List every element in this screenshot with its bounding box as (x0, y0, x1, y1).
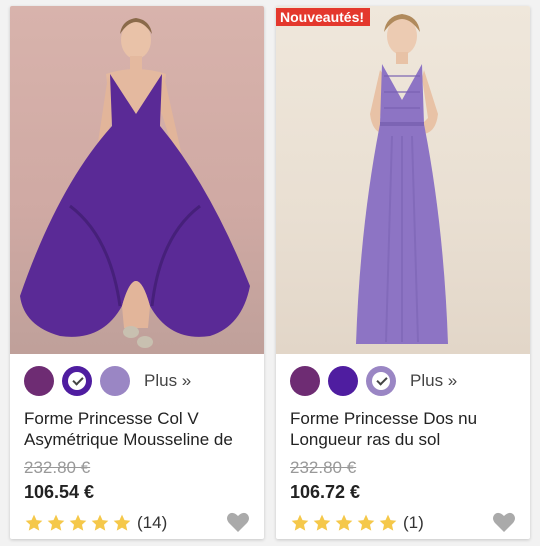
product-title[interactable]: Forme Princesse Col V Asymétrique Mousse… (24, 408, 260, 450)
color-swatch[interactable] (290, 366, 320, 396)
color-swatch[interactable] (328, 366, 358, 396)
heart-icon[interactable] (226, 511, 250, 533)
star-icon (379, 514, 397, 531)
rating: (14) (24, 512, 167, 534)
product-card[interactable]: Nouveautés! Plus » Forme Princesse Dos n… (276, 6, 530, 539)
rating: (1) (290, 512, 424, 534)
sale-price: 106.72 € (290, 482, 361, 502)
check-icon (376, 374, 388, 386)
product-grid: Plus » Forme Princesse Col V Asymétrique… (0, 0, 540, 546)
more-colors-link[interactable]: Plus » (410, 371, 457, 391)
sale-price: 106.54 € (24, 482, 95, 502)
star-icon (47, 514, 65, 531)
color-swatches: Plus » (24, 366, 191, 396)
review-count[interactable]: (1) (403, 513, 424, 533)
color-swatch[interactable] (366, 366, 396, 396)
star-icon (25, 514, 43, 531)
color-swatch[interactable] (24, 366, 54, 396)
product-title[interactable]: Forme Princesse Dos nu Longueur ras du s… (290, 408, 526, 450)
star-icon (291, 514, 309, 531)
color-swatch[interactable] (100, 366, 130, 396)
original-price: 232.80 € (24, 458, 91, 477)
new-badge: Nouveautés! (276, 8, 371, 26)
dress-photo-illustration (356, 14, 448, 344)
star-icon (69, 514, 87, 531)
color-swatch[interactable] (62, 366, 92, 396)
star-icon (357, 514, 375, 531)
heart-icon[interactable] (492, 511, 516, 533)
star-icon (91, 514, 109, 531)
check-icon (72, 374, 84, 386)
product-card[interactable]: Plus » Forme Princesse Col V Asymétrique… (10, 6, 264, 539)
star-icon (113, 514, 131, 531)
product-image[interactable] (10, 6, 264, 354)
color-swatches: Plus » (290, 366, 457, 396)
dress-photo-illustration (20, 18, 250, 348)
review-count[interactable]: (14) (137, 513, 167, 533)
star-icon (313, 514, 331, 531)
product-image[interactable]: Nouveautés! (276, 6, 530, 354)
star-icon (335, 514, 353, 531)
original-price: 232.80 € (290, 458, 357, 477)
more-colors-link[interactable]: Plus » (144, 371, 191, 391)
